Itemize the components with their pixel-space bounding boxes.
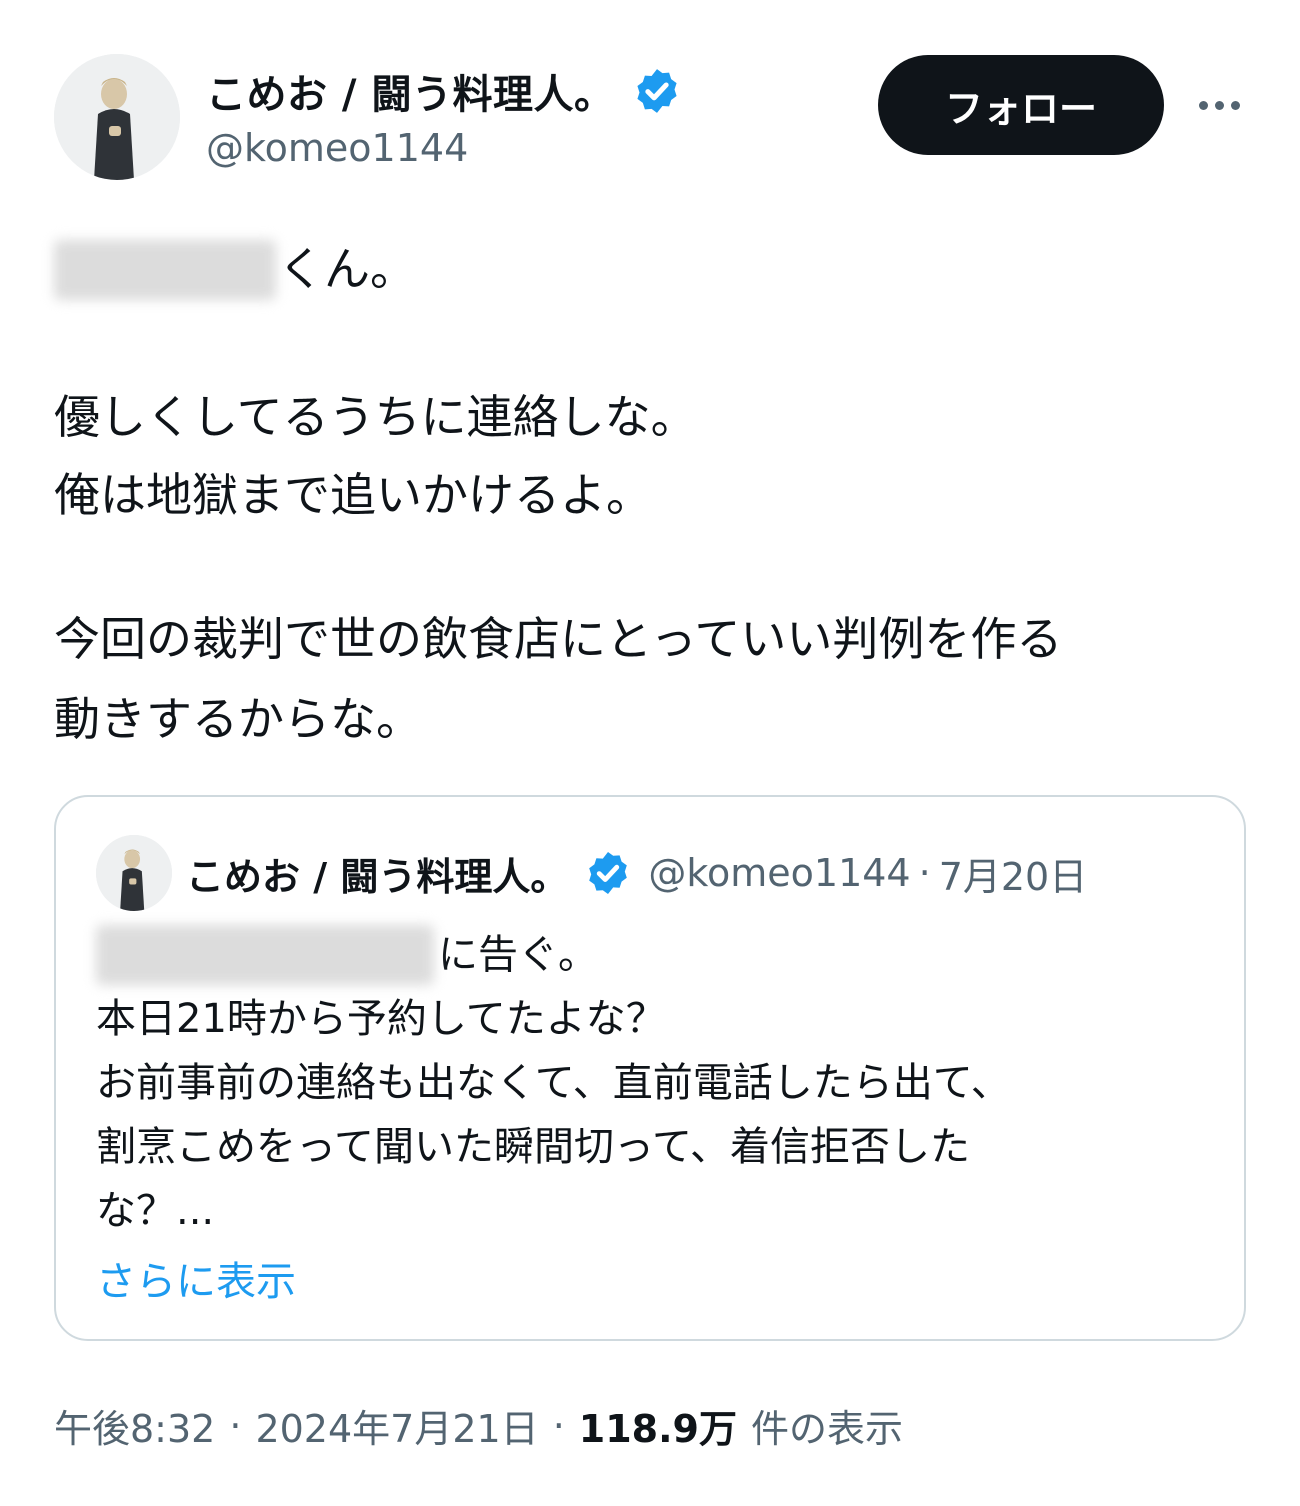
follow-button[interactable]: フォロー [878, 55, 1164, 155]
quoted-tweet-text: な？... [96, 1188, 215, 1234]
author-name-row[interactable]: こめお / 闘う料理人。 [206, 60, 682, 122]
avatar-photo [54, 54, 180, 180]
tweet-text: 動きするからな。 [54, 692, 422, 746]
author-display-name[interactable]: こめお / 闘う料理人。 [206, 62, 614, 120]
quoted-tweet-text: 割烹こめをって聞いた瞬間切って、着信拒否した [96, 1124, 970, 1170]
tweet-text: 優しくしてるうちに連絡しな。 [54, 390, 697, 444]
quoted-author-handle: @komeo1144 [648, 851, 911, 895]
redacted-name [96, 925, 434, 985]
tweet-text: くん。 [278, 242, 416, 297]
more-dot [1214, 100, 1224, 110]
tweet-text: 今回の裁判で世の飲食店にとっていい判例を作る [54, 612, 1063, 666]
tweet-text: 俺は地獄まで追いかけるよ。 [54, 468, 652, 522]
avatar-photo [96, 835, 172, 911]
tweet-meta: 午後8:32 · 2024年7月21日 · 118.9万 件の表示 [54, 1398, 903, 1453]
quoted-tweet-text: お前事前の連絡も出なくて、直前電話したら出て、 [96, 1060, 1011, 1106]
quoted-author-avatar[interactable] [96, 835, 172, 911]
quoted-tweet-text: に告ぐ。 [438, 932, 598, 978]
quoted-tweet-line: に告ぐ。 [96, 925, 598, 985]
tweet-time[interactable]: 午後8:32 [54, 1398, 215, 1453]
views-count[interactable]: 118.9万 [579, 1398, 737, 1453]
more-dot [1198, 100, 1208, 110]
quoted-tweet-date: 7月20日 [938, 854, 1088, 899]
verified-badge-icon [584, 849, 632, 897]
redacted-name [54, 240, 276, 300]
views-label: 件の表示 [750, 1407, 903, 1451]
quoted-tweet-text: 本日21時から予約してたよな？ [96, 996, 666, 1042]
author-avatar[interactable] [54, 54, 180, 180]
separator-dot: · [918, 851, 931, 895]
separator-dot: · [229, 1403, 242, 1448]
more-dot [1230, 100, 1240, 110]
tweet-line: くん。 [54, 240, 416, 300]
more-options-icon[interactable] [1190, 78, 1248, 132]
quoted-tweet-header: こめお / 闘う料理人。 @komeo1144 · 7月20日 [186, 843, 1216, 903]
verified-badge-icon[interactable] [632, 66, 682, 116]
quoted-author-name: こめお / 闘う料理人。 [186, 854, 569, 899]
show-more-link[interactable]: さらに表示 [96, 1249, 296, 1307]
author-handle[interactable]: @komeo1144 [206, 126, 468, 170]
separator-dot: · [552, 1403, 565, 1448]
quoted-tweet-card[interactable]: こめお / 闘う料理人。 @komeo1144 · 7月20日 に告ぐ。 本日2… [54, 795, 1246, 1341]
tweet-date[interactable]: 2024年7月21日 [255, 1398, 538, 1453]
